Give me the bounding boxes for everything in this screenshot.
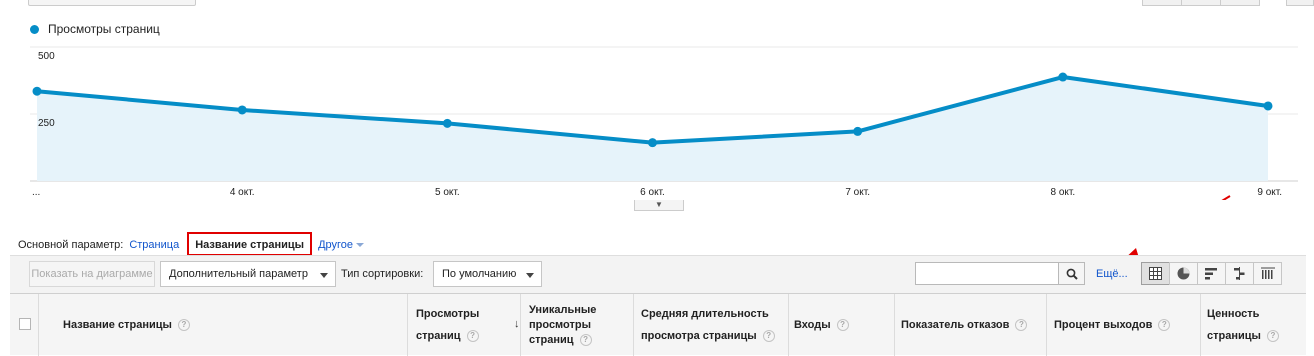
primary-dimension-bar: Основной параметр: Страница Название стр… [18,232,365,257]
view-switcher [1141,262,1282,285]
comparison-icon [1234,267,1245,280]
column-label: Показатель отказов [901,319,1010,331]
column-header-exit-percent[interactable]: Процент выходов? [1054,294,1204,356]
column-label: Средняя длительность просмотра страницы [641,308,769,342]
column-divider [633,294,634,356]
column-label: Процент выходов [1054,319,1153,331]
column-divider [520,294,521,356]
column-header-bounce-rate[interactable]: Показатель отказов? [901,294,1051,356]
more-link[interactable]: Ещё... [1096,268,1128,280]
help-icon[interactable]: ? [1158,319,1171,332]
column-header-entrances[interactable]: Входы? [794,294,894,356]
column-label: Ценность страницы [1207,308,1261,342]
table-header: Название страницы? Просмотры страниц? ↓ … [10,293,1306,356]
pie-icon [1177,267,1190,280]
column-label: Входы [794,319,831,331]
dimension-page-title-active[interactable]: Название страницы [187,232,313,256]
dimension-other-dropdown[interactable]: Другое [318,239,365,251]
chart-collapse-handle[interactable]: ▼ [634,200,684,211]
column-header-unique-pageviews[interactable]: Уникальные просмотры страниц? [529,294,625,356]
table-icon [1149,267,1162,280]
help-icon[interactable]: ? [762,330,775,343]
sort-type-label: Тип сортировки: [341,268,424,280]
help-icon[interactable]: ? [579,333,592,346]
help-icon[interactable]: ? [1015,319,1028,332]
comparison-view-button[interactable] [1225,262,1254,285]
column-header-page-title[interactable]: Название страницы? [63,294,403,356]
column-divider [788,294,789,356]
column-header-pageviews[interactable]: Просмотры страниц? [416,294,502,356]
chevron-down-icon: ▼ [655,200,663,209]
bar-view-button[interactable] [1197,262,1226,285]
table-search-input[interactable] [915,262,1059,285]
sort-type-select[interactable]: По умолчанию [433,261,542,287]
search-button[interactable] [1058,262,1085,285]
column-label: Название страницы [63,319,172,331]
bar-icon [1205,268,1217,280]
sort-desc-icon[interactable]: ↓ [514,318,520,330]
pivot-icon [1260,267,1275,279]
column-divider [38,294,39,356]
caret-down-icon [356,243,365,248]
dimension-page-link[interactable]: Страница [129,239,179,251]
pivot-view-button[interactable] [1253,262,1282,285]
column-divider [1200,294,1201,356]
primary-dimension-label: Основной параметр: [18,239,124,251]
table-toolbar: Показать на диаграмме Дополнительный пар… [10,255,1306,293]
secondary-dimension-label: Дополнительный параметр [169,268,308,280]
caret-down-icon [526,273,534,278]
dimension-other-label: Другое [318,239,354,251]
secondary-dimension-select[interactable]: Дополнительный параметр [160,261,336,287]
plot-rows-button[interactable]: Показать на диаграмме [29,261,155,287]
help-icon[interactable]: ? [466,330,479,343]
help-icon[interactable]: ? [177,319,190,332]
table-view-button[interactable] [1141,262,1170,285]
help-icon[interactable]: ? [836,319,849,332]
select-all-checkbox[interactable] [19,318,31,330]
column-divider [1046,294,1047,356]
pie-view-button[interactable] [1169,262,1198,285]
sort-type-value: По умолчанию [442,268,517,280]
column-header-avg-time[interactable]: Средняя длительность просмотра страницы? [641,294,791,356]
column-header-page-value[interactable]: Ценность страницы? [1207,294,1297,356]
help-icon[interactable]: ? [1266,330,1279,343]
search-icon [1066,268,1078,280]
caret-down-icon [320,273,328,278]
column-divider [894,294,895,356]
column-divider [407,294,408,356]
